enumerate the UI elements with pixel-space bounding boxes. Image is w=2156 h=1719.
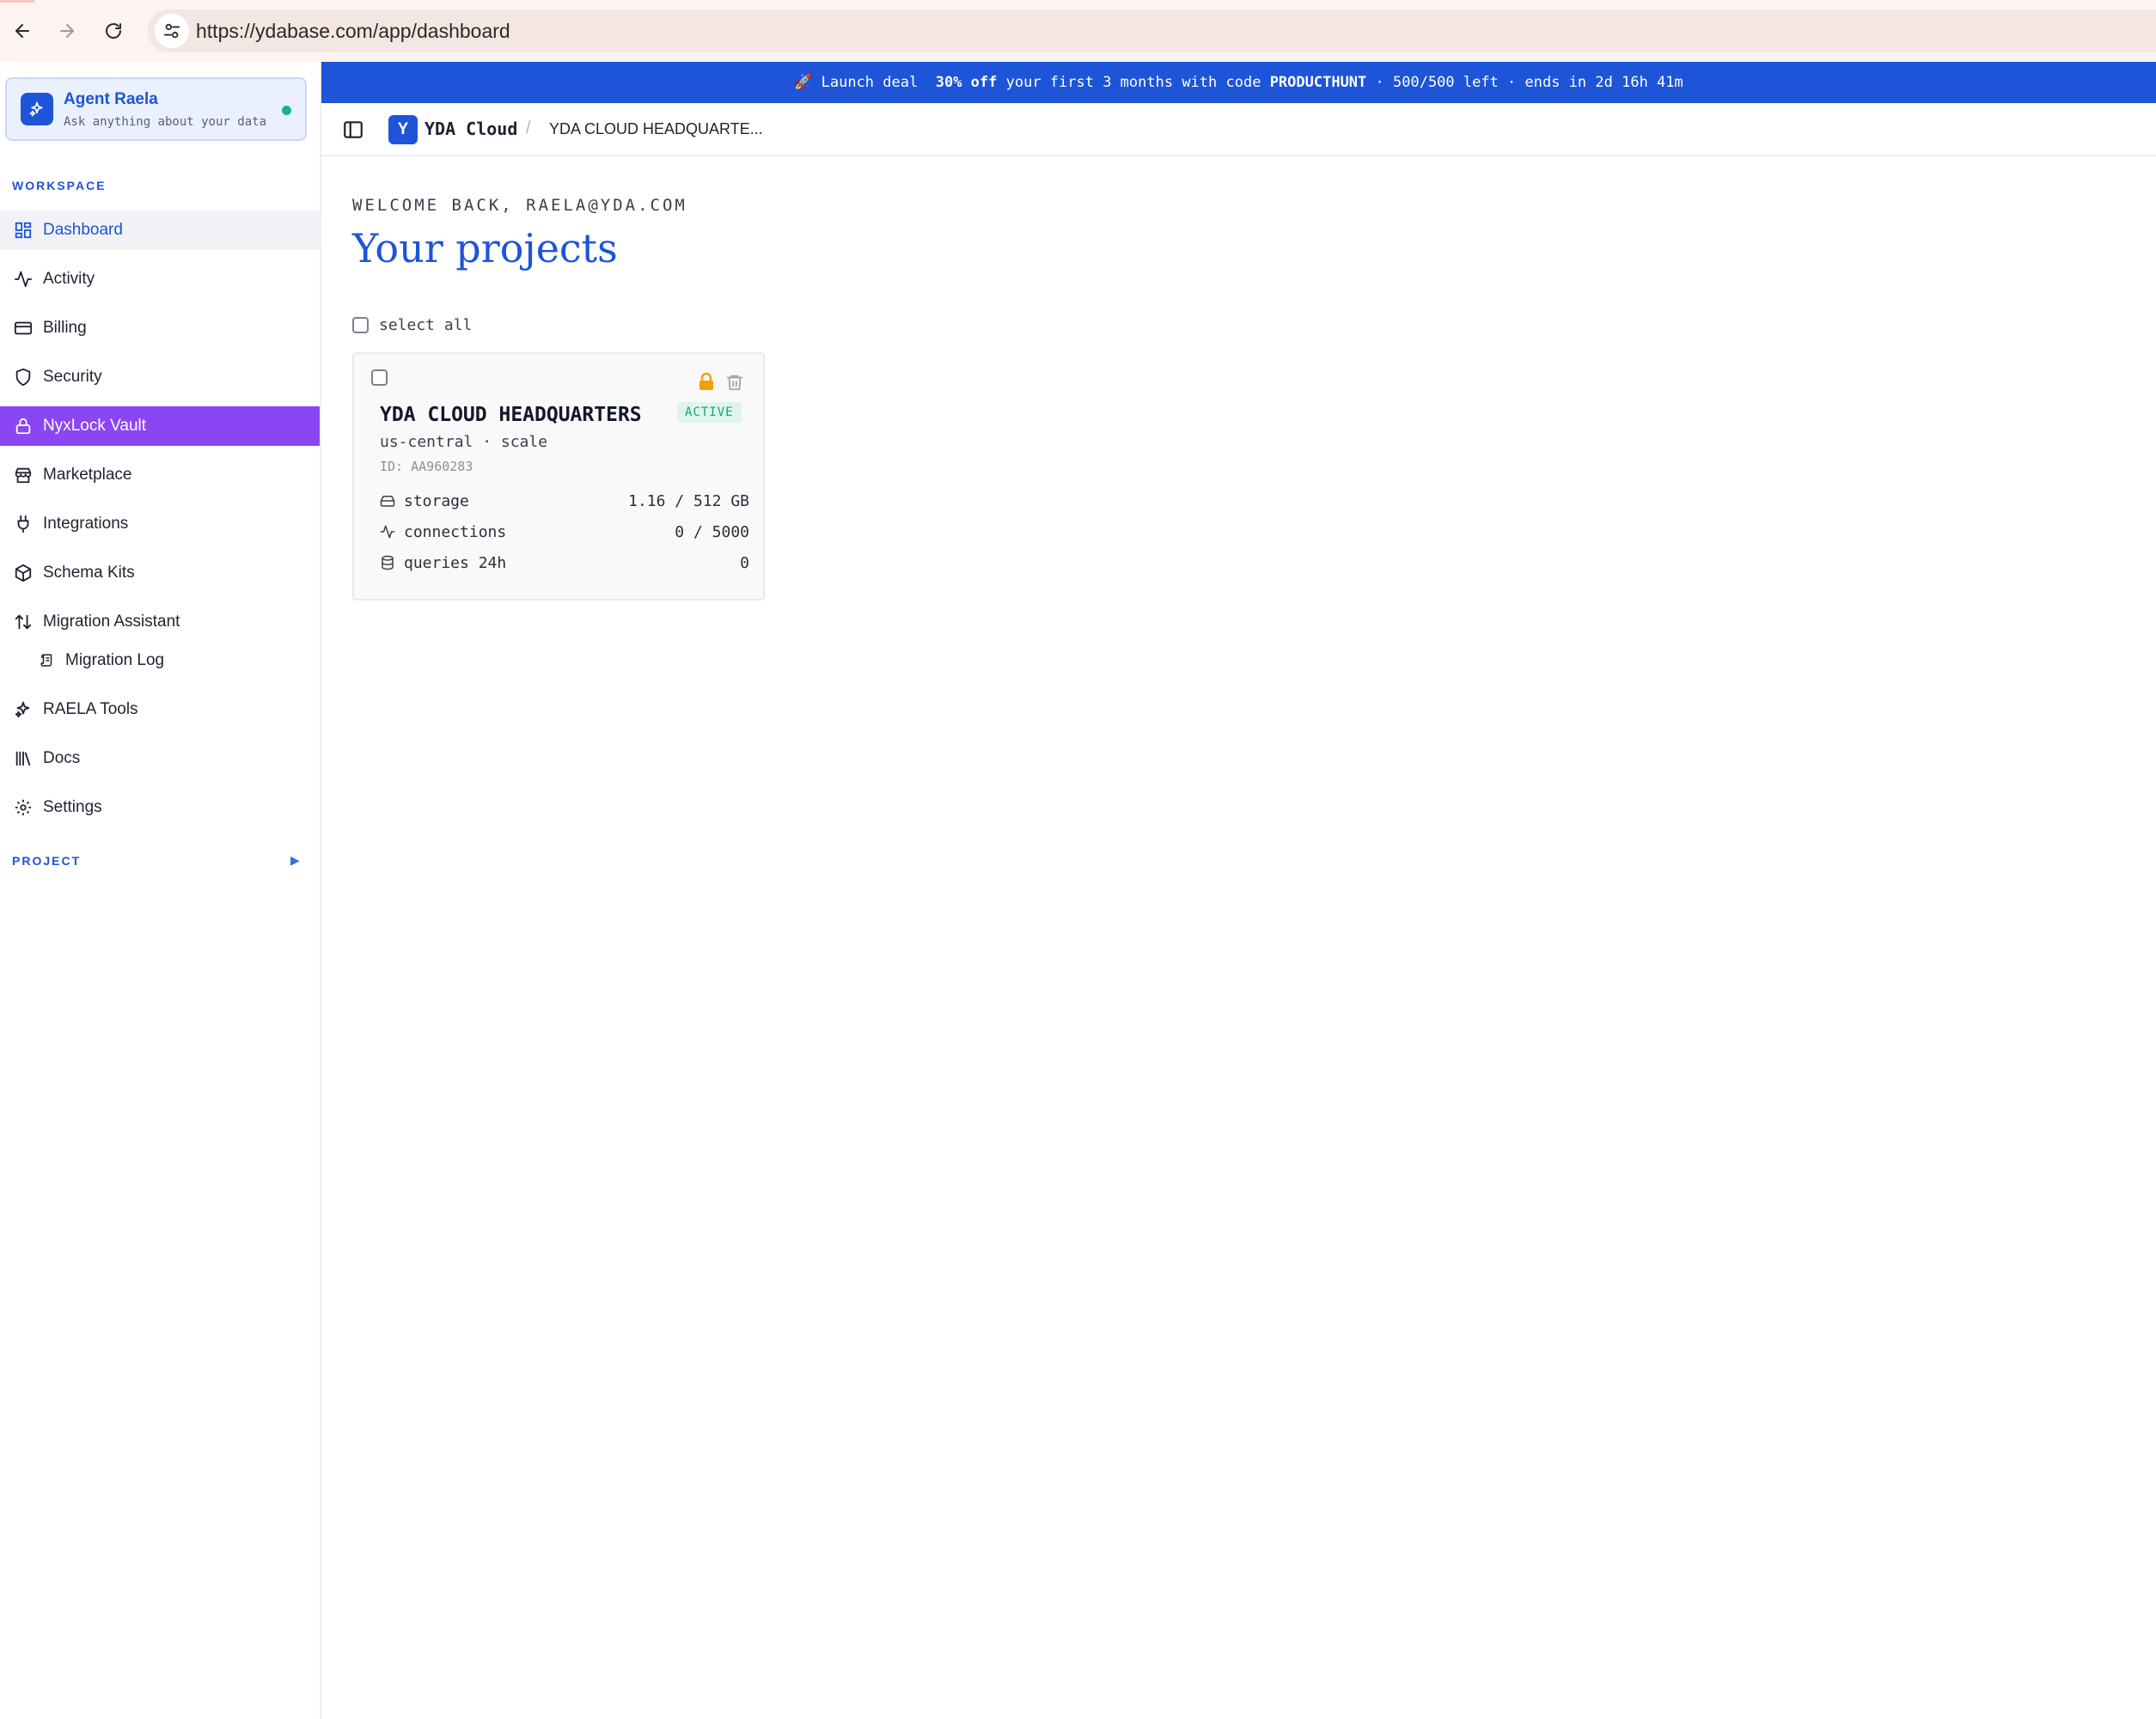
dashboard-icon xyxy=(15,222,32,239)
reload-icon xyxy=(106,23,121,39)
store-icon xyxy=(15,467,32,484)
reload-button[interactable] xyxy=(96,14,131,48)
sidebar-item-label: Marketplace xyxy=(43,466,132,484)
sidebar-item-activity[interactable]: Activity xyxy=(0,259,320,299)
sidebar-item-marketplace[interactable]: Marketplace xyxy=(0,455,320,495)
agent-raela-card[interactable]: Agent Raela Ask anything about your data xyxy=(5,77,307,141)
launch-deal-banner: 🚀 Launch deal 30% off your first 3 month… xyxy=(321,62,2156,103)
banner-middle: your first 3 months with code xyxy=(1005,74,1261,91)
sidebar-item-security[interactable]: Security xyxy=(0,357,320,397)
sidebar-item-label: Settings xyxy=(43,798,102,816)
project-id: ID: AA960283 xyxy=(380,459,473,474)
metric-value: 1.16 / 512 GB xyxy=(628,491,749,510)
credit-card-icon xyxy=(14,321,33,335)
sidebar-item-billing[interactable]: Billing xyxy=(0,308,320,348)
metric-value: 0 xyxy=(740,553,749,572)
sidebar-item-migration-assistant[interactable]: Migration Assistant xyxy=(0,602,320,642)
address-bar[interactable]: https://ydabase.com/app/dashboard xyxy=(148,9,2156,52)
package-icon xyxy=(15,564,32,582)
url-text: https://ydabase.com/app/dashboard xyxy=(196,20,510,42)
banner-prefix: 🚀 Launch deal xyxy=(794,74,919,91)
sidebar-item-dashboard[interactable]: Dashboard xyxy=(0,210,320,250)
lock-icon[interactable] xyxy=(696,371,717,392)
sidebar-item-label: Activity xyxy=(43,270,95,288)
browser-tab-edge xyxy=(0,0,34,3)
sidebar-item-label: Migration Assistant xyxy=(43,613,180,631)
sidebar-item-schema-kits[interactable]: Schema Kits xyxy=(0,553,320,593)
metric-queries: queries 24h 0 xyxy=(380,550,749,576)
brand-name[interactable]: YDA Cloud xyxy=(424,119,517,139)
library-icon xyxy=(15,751,31,766)
breadcrumb-separator: / xyxy=(526,119,531,137)
select-all-label: select all xyxy=(379,316,473,334)
workspace-section-label: WORKSPACE xyxy=(12,179,107,192)
metric-value: 0 / 5000 xyxy=(675,522,749,541)
sidebar-item-label: RAELA Tools xyxy=(43,700,138,718)
lock-icon xyxy=(15,418,31,435)
forward-button[interactable] xyxy=(50,14,84,48)
back-button[interactable] xyxy=(5,14,40,48)
metric-label: queries 24h xyxy=(404,553,507,572)
sidebar-item-label: Migration Log xyxy=(65,651,165,669)
activity-icon xyxy=(14,271,33,288)
plug-icon xyxy=(17,515,29,533)
sidebar: Agent Raela Ask anything about your data… xyxy=(0,62,321,1719)
select-all-control[interactable]: select all xyxy=(352,316,472,334)
sidebar-item-integrations[interactable]: Integrations xyxy=(0,504,320,544)
online-status-dot xyxy=(282,106,291,115)
project-section-label: PROJECT xyxy=(12,854,82,868)
sidebar-item-label: Billing xyxy=(43,319,87,337)
metric-label: storage xyxy=(404,491,469,510)
sidebar-item-docs[interactable]: Docs xyxy=(0,739,320,778)
sidebar-item-nyxlock-vault[interactable]: NyxLock Vault xyxy=(0,406,320,446)
sidebar-item-label: Security xyxy=(43,368,102,386)
select-all-checkbox[interactable] xyxy=(352,317,369,333)
project-name: YDA CLOUD HEADQUARTERS xyxy=(380,404,642,426)
metric-label: connections xyxy=(404,522,507,541)
project-region-plan: us-central · scale xyxy=(380,433,548,451)
metric-storage: storage 1.16 / 512 GB xyxy=(380,488,749,514)
sparkles-icon xyxy=(21,93,53,125)
gear-icon xyxy=(15,799,32,816)
status-badge: ACTIVE xyxy=(677,402,742,423)
hard-drive-icon xyxy=(380,496,395,507)
welcome-text: WELCOME BACK, RAELA@YDA.COM xyxy=(352,196,687,215)
agent-subtitle: Ask anything about your data xyxy=(64,115,267,129)
sidebar-toggle-icon[interactable] xyxy=(342,119,364,141)
banner-suffix: · 500/500 left · ends in 2d 16h 41m xyxy=(1375,74,1683,91)
shield-icon xyxy=(15,368,31,387)
sidebar-item-label: Schema Kits xyxy=(43,564,135,582)
arrow-right-icon xyxy=(60,24,74,38)
arrows-up-down-icon xyxy=(15,614,32,630)
banner-code: PRODUCTHUNT xyxy=(1269,74,1367,91)
breadcrumb-project[interactable]: YDA CLOUD HEADQUARTE... xyxy=(549,120,763,138)
sidebar-item-settings[interactable]: Settings xyxy=(0,788,320,827)
scroll-icon xyxy=(40,654,52,667)
banner-highlight: 30% off xyxy=(935,74,998,91)
activity-icon xyxy=(380,525,395,539)
top-bar: Y YDA Cloud / YDA CLOUD HEADQUARTE... xyxy=(321,103,2156,156)
sidebar-item-label: NyxLock Vault xyxy=(43,417,147,435)
database-icon xyxy=(382,555,394,570)
expand-triangle-icon[interactable]: ▶ xyxy=(290,853,300,868)
brand-logo[interactable]: Y xyxy=(388,115,418,144)
sidebar-item-migration-log[interactable]: Migration Log xyxy=(0,641,320,680)
metric-connections: connections 0 / 5000 xyxy=(380,519,749,545)
sidebar-item-label: Integrations xyxy=(43,515,129,533)
sidebar-item-raela-tools[interactable]: RAELA Tools xyxy=(0,690,320,729)
arrow-left-icon xyxy=(15,24,29,38)
sidebar-item-label: Dashboard xyxy=(43,221,123,239)
sparkles-icon xyxy=(15,701,30,718)
sidebar-item-label: Docs xyxy=(43,749,81,767)
site-settings-icon[interactable] xyxy=(155,14,189,48)
browser-toolbar: https://ydabase.com/app/dashboard xyxy=(0,0,2156,62)
trash-icon[interactable] xyxy=(725,373,744,392)
project-checkbox[interactable] xyxy=(371,369,388,386)
page-title: Your projects xyxy=(352,225,618,271)
agent-title: Agent Raela xyxy=(64,90,158,108)
project-card[interactable]: YDA CLOUD HEADQUARTERS ACTIVE us-central… xyxy=(352,352,765,600)
